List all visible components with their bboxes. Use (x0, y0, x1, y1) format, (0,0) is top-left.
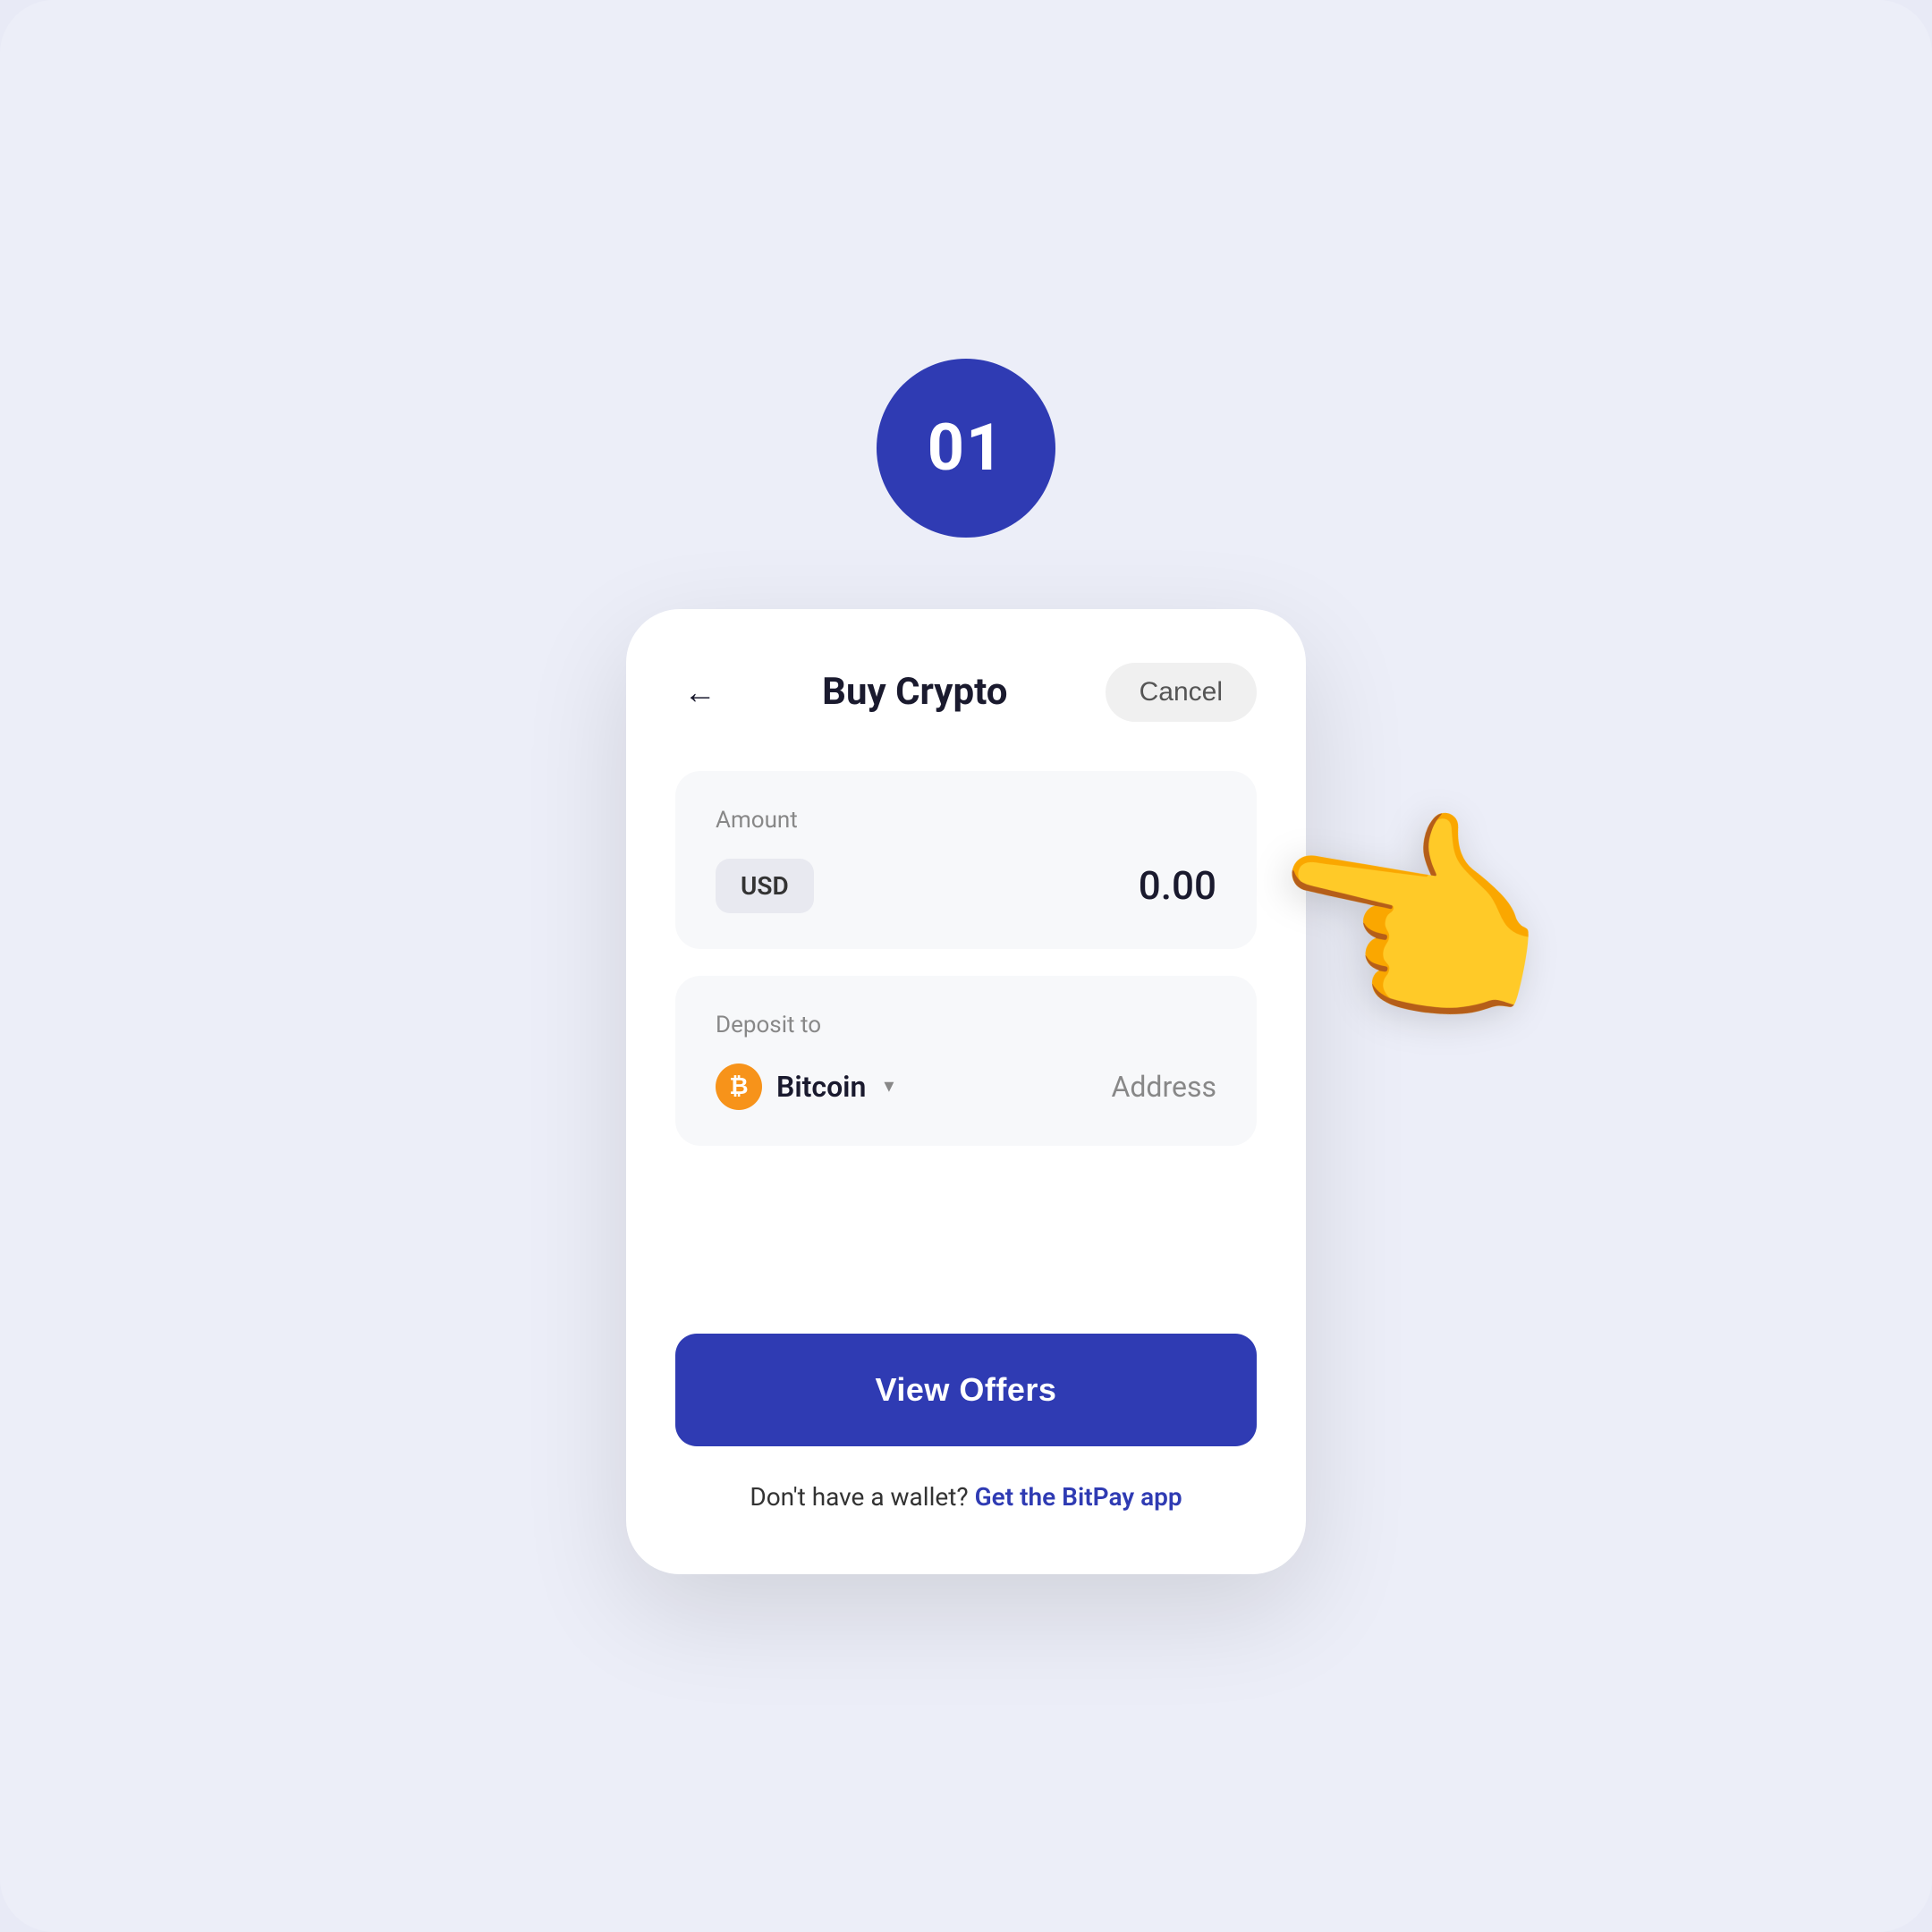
view-offers-button[interactable]: View Offers (675, 1334, 1257, 1446)
currency-badge[interactable]: USD (716, 859, 814, 913)
amount-row: USD 0.00 (716, 859, 1216, 913)
step-badge: 01 (877, 359, 1055, 538)
step-number: 01 (928, 410, 1005, 486)
app-header: ← Buy Crypto Cancel (675, 663, 1257, 722)
crypto-selector[interactable]: ₿ Bitcoin ▾ (716, 1063, 894, 1110)
chevron-down-icon: ▾ (884, 1075, 894, 1097)
amount-label: Amount (716, 807, 1216, 834)
phone-card: ← Buy Crypto Cancel Amount USD 0.00 Depo… (626, 609, 1306, 1574)
page-wrapper: 01 ← Buy Crypto Cancel Amount USD 0.00 (0, 0, 1932, 1932)
hand-illustration: 👉 (1249, 782, 1574, 1061)
deposit-label: Deposit to (716, 1012, 1216, 1038)
back-arrow-icon: ← (684, 674, 716, 711)
phone-container: ← Buy Crypto Cancel Amount USD 0.00 Depo… (626, 609, 1306, 1574)
bitcoin-icon: ₿ (716, 1063, 762, 1110)
amount-value[interactable]: 0.00 (1139, 862, 1216, 909)
content-spacer (675, 1173, 1257, 1334)
bitcoin-symbol: ₿ (729, 1072, 748, 1100)
back-button[interactable]: ← (675, 667, 724, 716)
wallet-prompt-row: Don't have a wallet? Get the BitPay app (675, 1482, 1257, 1512)
cancel-button[interactable]: Cancel (1106, 663, 1257, 722)
page-title: Buy Crypto (822, 670, 1007, 714)
wallet-prompt-text: Don't have a wallet? (750, 1482, 968, 1512)
amount-section: Amount USD 0.00 (675, 771, 1257, 949)
crypto-name: Bitcoin (776, 1070, 866, 1104)
get-bitpay-link[interactable]: Get the BitPay app (975, 1482, 1182, 1512)
deposit-section: Deposit to ₿ Bitcoin ▾ Address (675, 976, 1257, 1146)
deposit-row: ₿ Bitcoin ▾ Address (716, 1063, 1216, 1110)
address-label[interactable]: Address (1111, 1070, 1216, 1104)
